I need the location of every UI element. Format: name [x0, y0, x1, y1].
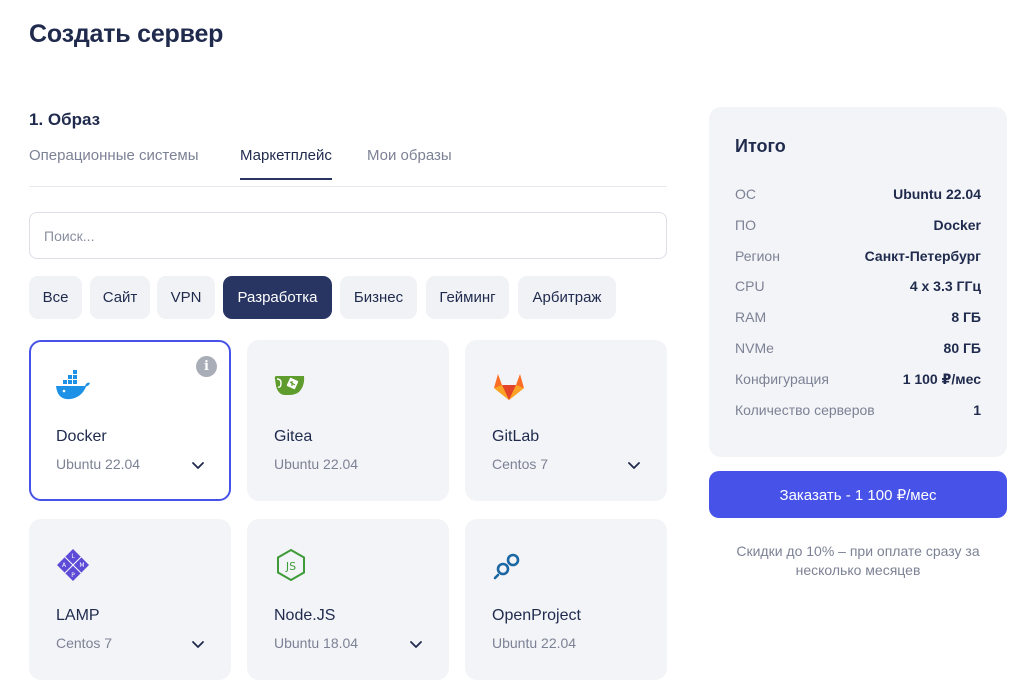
app-card-os: Centos 7 — [492, 456, 549, 472]
app-card-name: Gitea — [274, 428, 313, 445]
tab-operating-systems[interactable]: Операционные системы — [29, 147, 199, 178]
chevron-down-icon[interactable] — [191, 461, 205, 470]
chevron-down-icon[interactable] — [191, 640, 205, 649]
app-card-gitea[interactable]: Gitea Ubuntu 22.04 — [247, 340, 449, 501]
info-icon[interactable]: i — [196, 356, 217, 377]
app-card-os: Ubuntu 22.04 — [492, 635, 577, 651]
tab-my-images[interactable]: Мои образы — [367, 147, 452, 178]
app-card-name: LAMP — [56, 607, 100, 624]
summary-label: Конфигурация — [735, 371, 829, 387]
svg-text:P: P — [71, 572, 75, 579]
chip-business[interactable]: Бизнес — [340, 276, 417, 319]
summary-value: 1 — [973, 402, 981, 418]
summary-label: RAM — [735, 309, 767, 325]
chevron-down-icon[interactable] — [409, 640, 423, 649]
gitea-icon — [274, 376, 305, 395]
summary-row-os: ОС Ubuntu 22.04 — [735, 186, 981, 206]
app-card-lamp[interactable]: L A M P LAMP Centos 7 — [29, 519, 231, 680]
summary-label: CPU — [735, 278, 765, 294]
svg-text:JS: JS — [285, 560, 296, 573]
chevron-down-icon[interactable] — [627, 461, 641, 470]
summary-row-cpu: CPU 4 x 3.3 ГГц — [735, 278, 981, 298]
search-input[interactable] — [29, 212, 667, 259]
summary-value: 4 x 3.3 ГГц — [909, 278, 981, 294]
app-card-name: GitLab — [492, 428, 540, 445]
app-card-openproject[interactable]: OpenProject Ubuntu 22.04 — [465, 519, 667, 680]
summary-value: 8 ГБ — [951, 309, 981, 325]
nodejs-icon: JS — [277, 549, 305, 581]
app-card-os: Ubuntu 22.04 — [56, 456, 141, 472]
summary-value: Docker — [933, 217, 981, 233]
summary-row-ram: RAM 8 ГБ — [735, 309, 981, 329]
tab-marketplace[interactable]: Маркетплейс — [240, 147, 332, 180]
app-card-name: OpenProject — [492, 607, 581, 624]
chip-vpn[interactable]: VPN — [157, 276, 215, 319]
discount-note: Скидки до 10% – при оплате сразу за неск… — [736, 543, 980, 578]
summary-row-nvme: NVMe 80 ГБ — [735, 340, 981, 360]
summary-value: Санкт-Петербург — [864, 248, 981, 264]
app-card-gitlab[interactable]: GitLab Centos 7 — [465, 340, 667, 501]
openproject-icon — [493, 553, 520, 580]
app-card-name: Node.JS — [274, 607, 336, 624]
svg-text:M: M — [79, 562, 84, 569]
chip-site[interactable]: Сайт — [90, 276, 150, 319]
summary-row-configuration: Конфигурация 1 100 ₽/мес — [735, 371, 981, 391]
lamp-icon: L A M P — [57, 549, 89, 581]
summary-value: 1 100 ₽/мес — [902, 371, 981, 387]
order-summary-panel: Итого ОС Ubuntu 22.04 ПО Docker Регион С… — [709, 107, 1007, 457]
app-card-os: Ubuntu 18.04 — [274, 635, 359, 651]
chip-all[interactable]: Все — [29, 276, 82, 319]
gitlab-icon — [494, 374, 524, 400]
docker-icon — [56, 370, 90, 400]
chip-development[interactable]: Разработка — [223, 276, 332, 319]
section-title-image: 1. Образ — [29, 110, 101, 129]
app-card-nodejs[interactable]: JS Node.JS Ubuntu 18.04 — [247, 519, 449, 680]
summary-label: Регион — [735, 248, 780, 264]
summary-label: Количество серверов — [735, 402, 875, 418]
chip-arbitrage[interactable]: Арбитраж — [518, 276, 616, 319]
summary-title: Итого — [735, 136, 786, 156]
summary-label: ПО — [735, 217, 756, 233]
summary-row-software: ПО Docker — [735, 217, 981, 237]
app-card-docker[interactable]: i Docker Ubuntu 22.04 — [29, 340, 231, 501]
summary-label: ОС — [735, 186, 756, 202]
summary-value: Ubuntu 22.04 — [893, 186, 981, 202]
app-card-os: Ubuntu 22.04 — [274, 456, 359, 472]
summary-row-region: Регион Санкт-Петербург — [735, 248, 981, 268]
image-tabs: Операционные системы Маркетплейс Мои обр… — [29, 137, 667, 187]
order-button[interactable]: Заказать - 1 100 ₽/мес — [709, 471, 1007, 518]
page-title: Создать сервер — [29, 20, 224, 48]
app-card-os: Centos 7 — [56, 635, 113, 651]
summary-label: NVMe — [735, 340, 774, 356]
chip-gaming[interactable]: Гейминг — [426, 276, 509, 319]
summary-row-server-count: Количество серверов 1 — [735, 402, 981, 422]
summary-value: 80 ГБ — [943, 340, 981, 356]
app-card-name: Docker — [56, 428, 107, 445]
